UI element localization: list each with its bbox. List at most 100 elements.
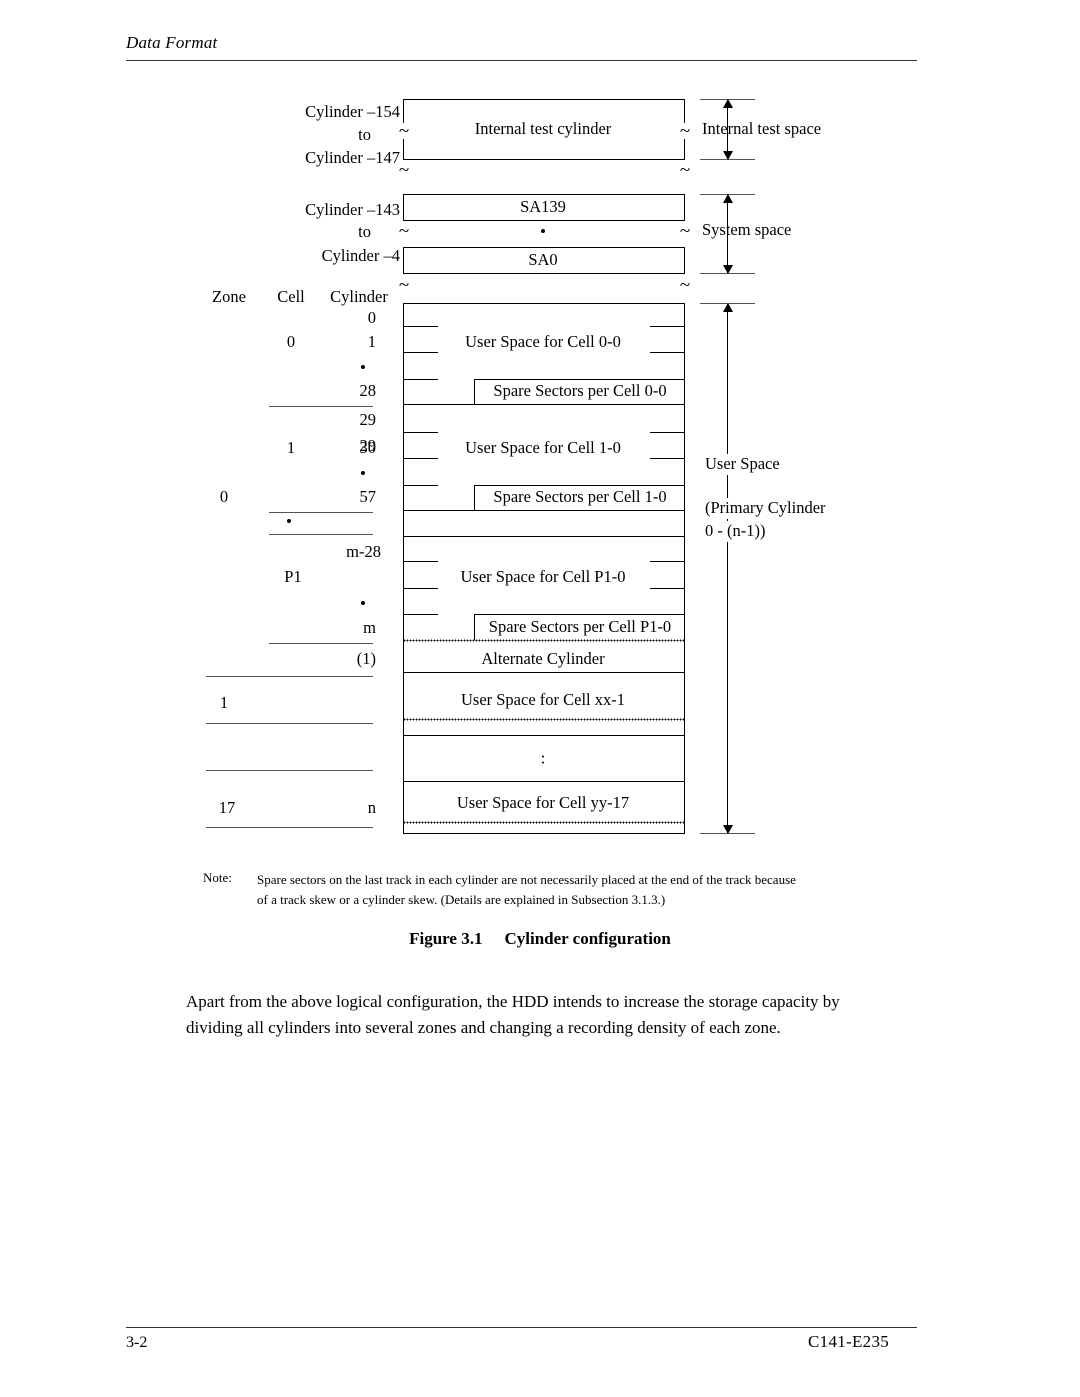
column-header-cylinder: Cylinder xyxy=(330,287,388,306)
zone-separator-4 xyxy=(206,827,373,828)
zone-value-0: 0 xyxy=(219,487,229,506)
cylinder-value-alt: (1) xyxy=(356,649,376,668)
box-label-spare-sectors-cell-0-0: Spare Sectors per Cell 0-0 xyxy=(493,381,667,400)
column-header-zone: Zone xyxy=(212,287,246,306)
figure-caption-number: Figure 3.1 xyxy=(409,929,483,948)
cellxx1-bottom xyxy=(403,735,685,736)
box-sa139-left xyxy=(403,194,404,221)
footer-doc-id: C141-E235 xyxy=(808,1332,890,1351)
cylinder-value-m: m xyxy=(363,618,376,637)
box-sa139-right xyxy=(684,194,685,221)
box-label-internal-test-cylinder: Internal test cylinder xyxy=(474,119,612,138)
spare10-top xyxy=(474,485,685,486)
box-label-user-space-cell-0-0: User Space for Cell 0-0 xyxy=(465,332,621,351)
spare10-left xyxy=(474,485,475,511)
cell00-tick-l2 xyxy=(403,352,438,353)
cylinder-value-1: 1 xyxy=(367,332,376,351)
zone-separator-1 xyxy=(206,676,373,677)
label-cylinder-minus147: Cylinder –147 xyxy=(305,148,400,167)
break-tilde-right-2: ~ xyxy=(679,159,691,181)
cylinder-value-m28: m-28 xyxy=(346,542,381,561)
cylinder-value-28: 28 xyxy=(359,381,377,400)
footer-page-number: 3-2 xyxy=(126,1334,148,1351)
label-to-1: to xyxy=(358,125,371,144)
zone-value-1: 1 xyxy=(219,693,229,712)
zone-separator-3 xyxy=(206,770,373,771)
right-label-internal-test-space: Internal test space xyxy=(702,119,822,138)
box-internal-test-left-upper xyxy=(403,99,404,123)
box-label-user-space-cell-yy-17: User Space for Cell yy-17 xyxy=(456,793,630,812)
cell00-tick-l3 xyxy=(403,379,438,380)
box-sa139-top xyxy=(403,194,685,195)
box-internal-test-right-upper xyxy=(684,99,685,123)
footer-rule xyxy=(126,1327,917,1328)
cell00-tick-r1 xyxy=(650,326,685,327)
cell-separator-3 xyxy=(269,534,373,535)
column-header-cell: Cell xyxy=(277,287,305,306)
cellP10-tick-r2 xyxy=(650,588,685,589)
label-cylinder-minus143: Cylinder –143 xyxy=(305,200,400,219)
box-internal-test-bottom xyxy=(403,159,685,160)
cell00-top-rule xyxy=(403,303,685,304)
cylinder-value-29b: 29 xyxy=(359,410,377,429)
cellyy17-top xyxy=(403,781,685,782)
box-sa139-bottom xyxy=(403,220,685,221)
cell-separator-2 xyxy=(269,512,373,513)
note-keyword: Note: xyxy=(203,870,232,885)
cell-separator-4 xyxy=(269,643,373,644)
cell-ellipsis-dot xyxy=(287,519,291,523)
box-label-user-space-cell-P1-0: User Space for Cell P1-0 xyxy=(460,567,626,586)
break-tilde-left-4: ~ xyxy=(398,274,410,296)
userspace-outline-right xyxy=(684,303,685,834)
right-label-user-space: User Space xyxy=(702,454,783,475)
box-label-sa139: SA139 xyxy=(520,197,566,216)
break-tilde-right-3: ~ xyxy=(679,220,691,242)
box-sa0-top xyxy=(403,247,685,248)
userspace-outline-left xyxy=(403,303,404,834)
cell10-tick-l3 xyxy=(403,485,438,486)
right-label-primary-cylinder-line2: 0 - (n-1)) xyxy=(702,521,769,542)
document-page: Data Format Cylinder –154 to Cylinder –1… xyxy=(0,0,1080,1397)
spare00-left xyxy=(474,379,475,405)
cell-value-P1: P1 xyxy=(284,567,302,586)
box-label-user-space-cell-xx-1: User Space for Cell xx-1 xyxy=(460,690,626,709)
spareP10-left xyxy=(474,614,475,640)
break-tilde-left-1: ~ xyxy=(398,120,410,142)
cellP10-top-rule xyxy=(403,536,685,537)
cylinder-value-n: n xyxy=(367,798,376,817)
cell10-tick-l1 xyxy=(403,432,438,433)
cylinder-value-30: 30 xyxy=(359,438,377,457)
spare00-top xyxy=(474,379,685,380)
cell-value-0: 0 xyxy=(286,332,296,351)
right-label-primary-cylinder-line1: (Primary Cylinder xyxy=(702,498,829,519)
box-label-spare-sectors-cell-1-0: Spare Sectors per Cell 1-0 xyxy=(493,487,667,506)
label-cylinder-minus154: Cylinder –154 xyxy=(305,102,400,121)
cylinder-ellipsis-dot-3 xyxy=(361,601,365,605)
cylinder-value-57: 57 xyxy=(359,487,377,506)
cylinder-ellipsis-dot-2 xyxy=(361,471,365,475)
body-paragraph: Apart from the above logical configurati… xyxy=(186,992,840,1037)
cellP10-tick-l2 xyxy=(403,588,438,589)
box-sa0-left xyxy=(403,247,404,274)
break-tilde-left-2: ~ xyxy=(398,159,410,181)
cellP10-tick-l1 xyxy=(403,561,438,562)
cell00-tick-r2 xyxy=(650,352,685,353)
cellyy17-dotted xyxy=(403,821,685,824)
cellxx1-dotted xyxy=(403,718,685,721)
break-tilde-left-3: ~ xyxy=(398,220,410,242)
box-sa0-right xyxy=(684,247,685,274)
zone-value-17: 17 xyxy=(218,798,236,817)
break-tilde-right-4: ~ xyxy=(679,274,691,296)
cylinder-value-0: 0 xyxy=(367,308,376,327)
alternate-cylinder-bottom xyxy=(403,672,685,673)
cylinder-ellipsis-dot-1 xyxy=(361,365,365,369)
box-label-user-space-cell-1-0: User Space for Cell 1-0 xyxy=(465,438,621,457)
user-space-arrow xyxy=(723,303,733,834)
cell10-tick-r2 xyxy=(650,458,685,459)
figure-caption-title: Cylinder configuration xyxy=(504,929,671,948)
box-label-sa0: SA0 xyxy=(528,250,558,269)
alternate-cylinder-dotted-top xyxy=(403,639,685,642)
break-tilde-right-1: ~ xyxy=(679,120,691,142)
box-internal-test-top xyxy=(403,99,685,100)
box-label-spare-sectors-cell-P1-0: Spare Sectors per Cell P1-0 xyxy=(488,617,672,636)
